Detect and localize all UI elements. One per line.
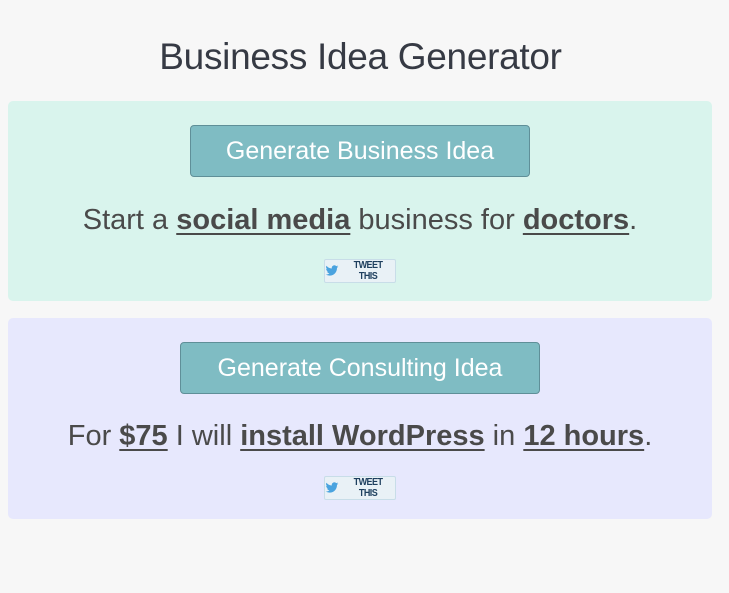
twitter-bird-icon — [325, 482, 339, 493]
consulting-idea-suffix: . — [644, 420, 653, 452]
business-idea-suffix: . — [629, 204, 638, 236]
business-idea-prefix: Start a — [82, 204, 177, 236]
generate-business-idea-button[interactable]: Generate Business Idea — [190, 125, 530, 177]
consulting-task-link[interactable]: install WordPress — [240, 420, 484, 452]
twitter-bird-icon — [325, 265, 339, 276]
consulting-idea-prefix: For — [67, 420, 120, 452]
consulting-idea-text: For $75 I will install WordPress in 12 h… — [8, 416, 712, 456]
tweet-label: TWEET THIS — [353, 477, 383, 499]
generate-consulting-idea-button[interactable]: Generate Consulting Idea — [180, 342, 540, 394]
tweet-label: TWEET THIS — [353, 260, 383, 282]
business-idea-middle: business for — [350, 204, 523, 236]
business-idea-panel: Generate Business Idea Start a social me… — [8, 101, 712, 301]
page-title: Business Idea Generator — [159, 35, 562, 77]
consulting-idea-middle-1: I will — [167, 420, 241, 452]
consulting-price-link[interactable]: $75 — [119, 420, 167, 452]
consulting-duration-link[interactable]: 12 hours — [523, 420, 644, 452]
consulting-idea-middle-2: in — [484, 420, 524, 452]
tweet-consulting-idea-button[interactable]: TWEET THIS — [324, 476, 396, 500]
business-idea-text: Start a social media business for doctor… — [8, 200, 712, 240]
tweet-business-idea-button[interactable]: TWEET THIS — [324, 259, 396, 283]
business-industry-link[interactable]: social media — [176, 204, 350, 236]
business-audience-link[interactable]: doctors — [523, 204, 629, 236]
consulting-idea-panel: Generate Consulting Idea For $75 I will … — [8, 318, 712, 519]
